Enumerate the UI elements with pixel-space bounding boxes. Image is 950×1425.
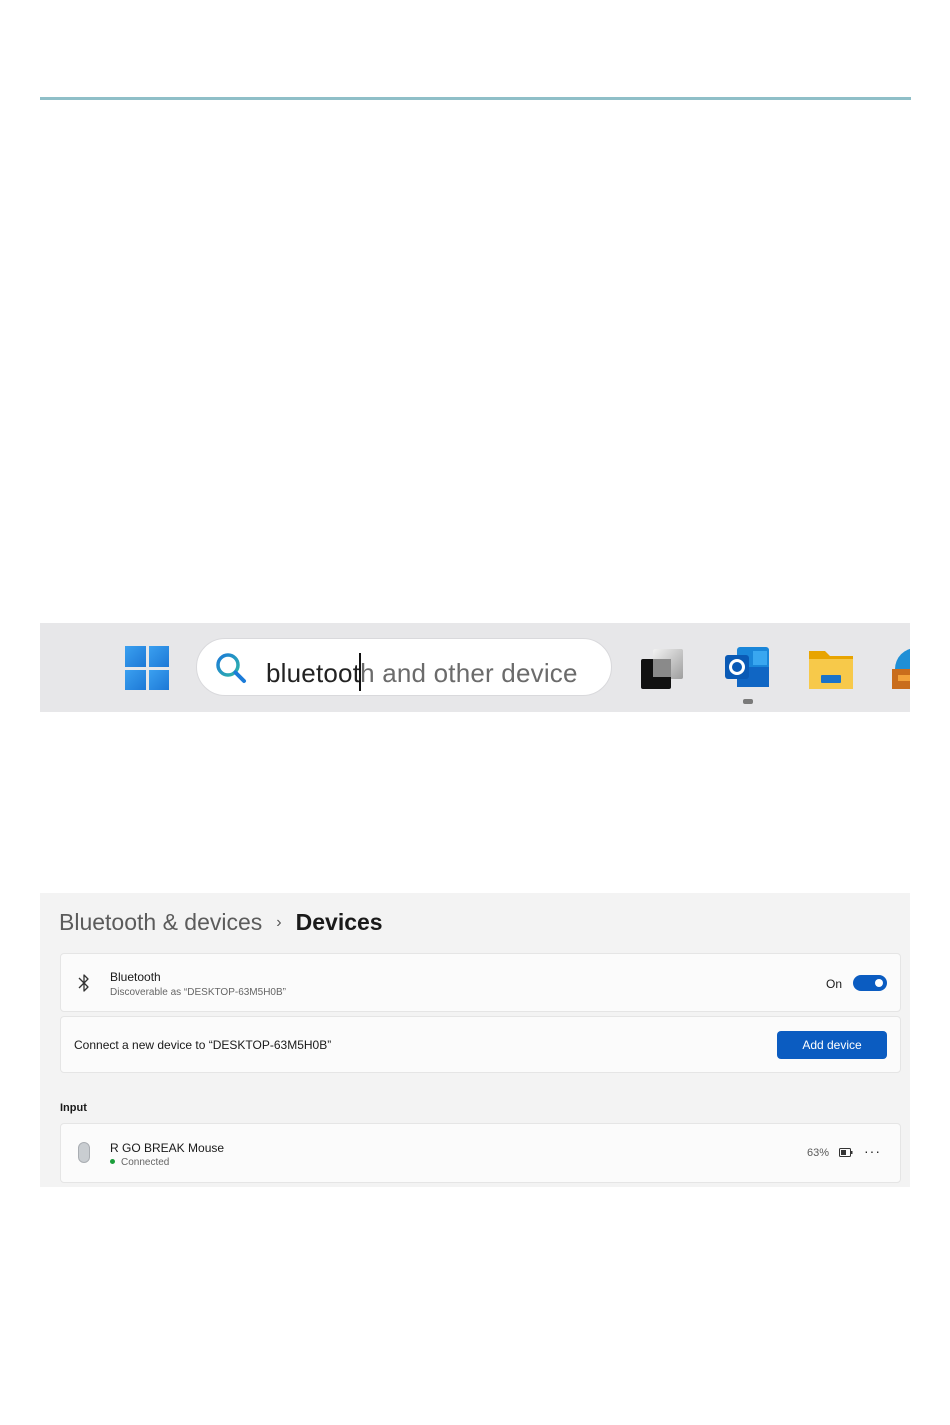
terminal-icon[interactable] <box>639 645 687 693</box>
bluetooth-subtitle: Discoverable as “DESKTOP-63M5H0B” <box>110 987 286 998</box>
battery-percentage: 63% <box>806 1147 829 1159</box>
windows-start-icon[interactable] <box>125 646 169 690</box>
bluetooth-title: Bluetooth <box>110 970 161 984</box>
toggle-state-label: On <box>825 977 842 991</box>
connect-device-text: Connect a new device to “DESKTOP-63M5H0B… <box>74 1038 332 1052</box>
bluetooth-card: Bluetooth Discoverable as “DESKTOP-63M5H… <box>60 953 901 1012</box>
settings-window: Bluetooth & devices › Devices Bluetooth Di… <box>40 893 910 1187</box>
bluetooth-toggle[interactable] <box>853 975 887 991</box>
search-suggestion-text: h and other device <box>360 658 578 688</box>
divider-line <box>40 97 911 100</box>
device-status: Connected <box>110 1157 169 1168</box>
more-options-icon[interactable]: ··· <box>864 1144 881 1158</box>
breadcrumb: Bluetooth & devices › Devices <box>59 909 383 936</box>
edge-icon[interactable] <box>892 645 910 693</box>
bluetooth-icon <box>78 974 89 992</box>
section-heading-input: Input <box>60 1102 87 1114</box>
connected-dot-icon <box>110 1159 115 1164</box>
running-indicator <box>743 699 753 704</box>
taskbar: bluetooth and other device <box>40 623 910 712</box>
device-status-text: Connected <box>121 1157 170 1168</box>
toggle-knob <box>875 979 883 987</box>
add-device-button[interactable]: Add device <box>777 1031 887 1059</box>
battery-icon <box>839 1148 853 1157</box>
search-icon <box>216 653 246 683</box>
device-name: R GO BREAK Mouse <box>110 1141 225 1155</box>
search-input[interactable]: bluetooth and other device <box>266 653 578 691</box>
breadcrumb-parent[interactable]: Bluetooth & devices <box>59 909 262 935</box>
search-typed-text: bluetoot <box>266 658 361 688</box>
device-row[interactable]: R GO BREAK Mouse Connected 63% ··· <box>60 1123 901 1183</box>
chevron-right-icon: › <box>276 914 282 931</box>
page-title: Devices <box>295 909 383 935</box>
mouse-icon <box>78 1142 90 1163</box>
outlook-icon[interactable] <box>723 645 771 693</box>
folder-icon[interactable] <box>807 645 855 693</box>
taskbar-search-box[interactable]: bluetooth and other device <box>196 638 612 696</box>
connect-device-card: Connect a new device to “DESKTOP-63M5H0B… <box>60 1016 901 1073</box>
